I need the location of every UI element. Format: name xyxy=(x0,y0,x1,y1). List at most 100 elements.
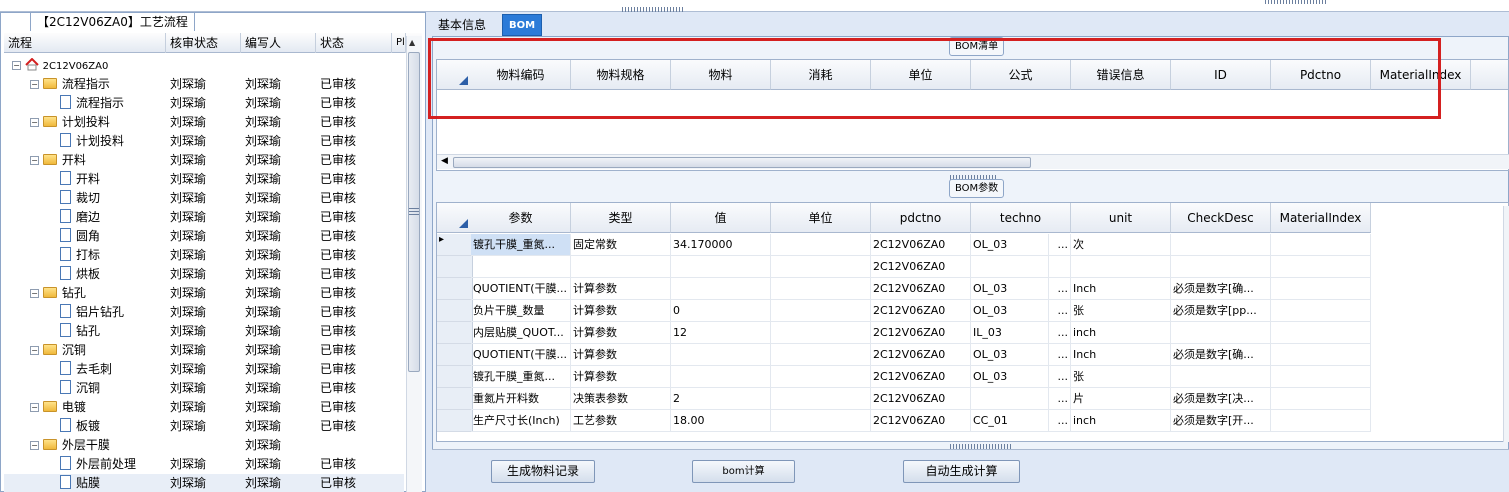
grid-cell[interactable]: 2C12V06ZA0 xyxy=(871,410,971,432)
grid-cell[interactable]: 计算参数 xyxy=(571,366,671,388)
grid-cell[interactable]: 必须是数字[确... xyxy=(1171,278,1271,300)
collapse-icon[interactable]: − xyxy=(30,80,39,89)
grid-cell[interactable] xyxy=(1271,256,1371,278)
grid-cell[interactable]: 计算参数 xyxy=(571,322,671,344)
grid-cell[interactable]: 2 xyxy=(671,388,771,410)
bom-params-col-header[interactable]: CheckDesc xyxy=(1171,203,1271,233)
grid-cell[interactable]: 内层贴膜_QUOT... xyxy=(471,322,571,344)
tree-row[interactable]: 打标 刘琛瑜 刘琛瑜 已审核 xyxy=(4,246,404,265)
grid-cell[interactable] xyxy=(1271,388,1371,410)
grid-cell[interactable] xyxy=(1271,410,1371,432)
grid-cell[interactable]: ... xyxy=(1049,278,1071,300)
grid-cell[interactable]: ... xyxy=(1049,234,1071,256)
grid-cell[interactable]: 次 xyxy=(1071,234,1171,256)
grid-cell[interactable]: IL_03 xyxy=(971,322,1049,344)
tree-row[interactable]: 烘板 刘琛瑜 刘琛瑜 已审核 xyxy=(4,265,404,284)
row-header[interactable]: ▸ xyxy=(437,234,473,256)
grid-cell[interactable]: 必须是数字[确... xyxy=(1171,344,1271,366)
grid-cell[interactable] xyxy=(1171,234,1271,256)
tree-row[interactable]: 磨边 刘琛瑜 刘琛瑜 已审核 xyxy=(4,208,404,227)
top-right-grip[interactable] xyxy=(1265,0,1327,4)
tree-root-row[interactable]: − 2C12V06ZA0 xyxy=(4,56,404,75)
row-header[interactable] xyxy=(437,344,473,366)
tree-row[interactable]: 钻孔 刘琛瑜 刘琛瑜 已审核 xyxy=(4,322,404,341)
grid-cell[interactable]: 计算参数 xyxy=(571,300,671,322)
grid-cell[interactable] xyxy=(1171,256,1271,278)
col-header-process[interactable]: 流程 xyxy=(4,33,166,53)
grid-cell[interactable] xyxy=(671,344,771,366)
collapse-icon[interactable]: − xyxy=(30,289,39,298)
grid-cell[interactable]: QUOTIENT(干膜... xyxy=(471,344,571,366)
grid-cell[interactable]: ... xyxy=(1049,388,1071,410)
grid-cell[interactable] xyxy=(1171,366,1271,388)
tree-row[interactable]: − 沉铜 刘琛瑜 刘琛瑜 已审核 xyxy=(4,341,404,360)
grid-cell[interactable]: OL_03 xyxy=(971,278,1049,300)
grid-cell[interactable] xyxy=(671,256,771,278)
bom-params-col-header[interactable]: 值 xyxy=(671,203,771,233)
bom-params-col-header[interactable]: 单位 xyxy=(771,203,871,233)
grid-cell[interactable] xyxy=(771,344,871,366)
collapse-icon[interactable]: − xyxy=(30,156,39,165)
bom-calculate-button[interactable]: bom计算 xyxy=(692,460,795,483)
grid-cell[interactable]: 34.170000 xyxy=(671,234,771,256)
grid-cell[interactable]: 0 xyxy=(671,300,771,322)
grid-cell[interactable]: 2C12V06ZA0 xyxy=(871,300,971,322)
row-header[interactable] xyxy=(437,300,473,322)
bom-params-col-header[interactable]: MaterialIndex xyxy=(1271,203,1371,233)
grid-cell[interactable]: inch xyxy=(1071,410,1171,432)
grid-cell[interactable] xyxy=(1271,278,1371,300)
bom-params-vscrollbar[interactable] xyxy=(1503,206,1509,442)
generate-material-record-button[interactable]: 生成物料记录 xyxy=(491,460,595,483)
grid-cell[interactable] xyxy=(771,234,871,256)
row-header[interactable] xyxy=(437,410,473,432)
grid-cell[interactable] xyxy=(771,278,871,300)
tree-row[interactable]: − 钻孔 刘琛瑜 刘琛瑜 已审核 xyxy=(4,284,404,303)
grid-cell[interactable]: 张 xyxy=(1071,366,1171,388)
grid-cell[interactable] xyxy=(771,388,871,410)
grid-cell[interactable]: 12 xyxy=(671,322,771,344)
grid-cell[interactable]: 2C12V06ZA0 xyxy=(871,278,971,300)
grid-cell[interactable]: 计算参数 xyxy=(571,278,671,300)
bom-list-hscroll-thumb[interactable] xyxy=(453,157,1031,168)
tree-row[interactable]: − 计划投料 刘琛瑜 刘琛瑜 已审核 xyxy=(4,113,404,132)
tree-row[interactable]: − 外层干膜 刘琛瑜 xyxy=(4,436,404,455)
tree-row[interactable]: 流程指示 刘琛瑜 刘琛瑜 已审核 xyxy=(4,94,404,113)
collapse-icon[interactable]: − xyxy=(30,118,39,127)
row-header[interactable] xyxy=(437,388,473,410)
col-header-status[interactable]: 状态 xyxy=(316,33,392,53)
tree-row[interactable]: 贴膜 刘琛瑜 刘琛瑜 已审核 xyxy=(4,474,404,492)
col-header-pl[interactable]: Pl xyxy=(392,33,406,53)
bom-params-col-header[interactable]: 类型 xyxy=(571,203,671,233)
grid-cell[interactable] xyxy=(1271,344,1371,366)
bom-list-col-header[interactable]: Te xyxy=(1471,60,1508,90)
grid-cell[interactable]: 镀孔干膜_重氮... xyxy=(471,234,571,256)
grid-cell[interactable] xyxy=(971,388,1049,410)
grid-cell[interactable]: 片 xyxy=(1071,388,1171,410)
grid-cell[interactable]: 18.00 xyxy=(671,410,771,432)
grid-cell[interactable] xyxy=(771,322,871,344)
tree-row[interactable]: 圆角 刘琛瑜 刘琛瑜 已审核 xyxy=(4,227,404,246)
grid-cell[interactable]: CC_01 xyxy=(971,410,1049,432)
tab-basic-info[interactable]: 基本信息 xyxy=(432,14,492,36)
bom-params-col-header[interactable]: pdctno xyxy=(871,203,971,233)
bom-params-corner-icon[interactable] xyxy=(437,203,473,233)
grid-cell[interactable]: 负片干膜_数量 xyxy=(471,300,571,322)
grid-cell[interactable]: 计算参数 xyxy=(571,344,671,366)
grid-cell[interactable]: 2C12V06ZA0 xyxy=(871,234,971,256)
bom-params-col-header[interactable]: techno xyxy=(971,203,1071,233)
collapse-icon[interactable]: − xyxy=(12,61,21,70)
grid-cell[interactable] xyxy=(1271,322,1371,344)
grid-cell[interactable] xyxy=(1271,234,1371,256)
tree-row[interactable]: 开料 刘琛瑜 刘琛瑜 已审核 xyxy=(4,170,404,189)
grid-cell[interactable]: 必须是数字[pp... xyxy=(1171,300,1271,322)
grid-cell[interactable]: 2C12V06ZA0 xyxy=(871,256,971,278)
tree-row[interactable]: 去毛刺 刘琛瑜 刘琛瑜 已审核 xyxy=(4,360,404,379)
grid-cell[interactable] xyxy=(1171,322,1271,344)
grid-cell[interactable]: inch xyxy=(1071,322,1171,344)
grid-cell[interactable]: Inch xyxy=(1071,344,1171,366)
scroll-up-arrow-icon[interactable]: ▲ xyxy=(409,38,415,47)
tree-row[interactable]: 外层前处理 刘琛瑜 刘琛瑜 已审核 xyxy=(4,455,404,474)
grid-cell[interactable]: 2C12V06ZA0 xyxy=(871,322,971,344)
row-header[interactable] xyxy=(437,256,473,278)
grid-cell[interactable] xyxy=(771,300,871,322)
